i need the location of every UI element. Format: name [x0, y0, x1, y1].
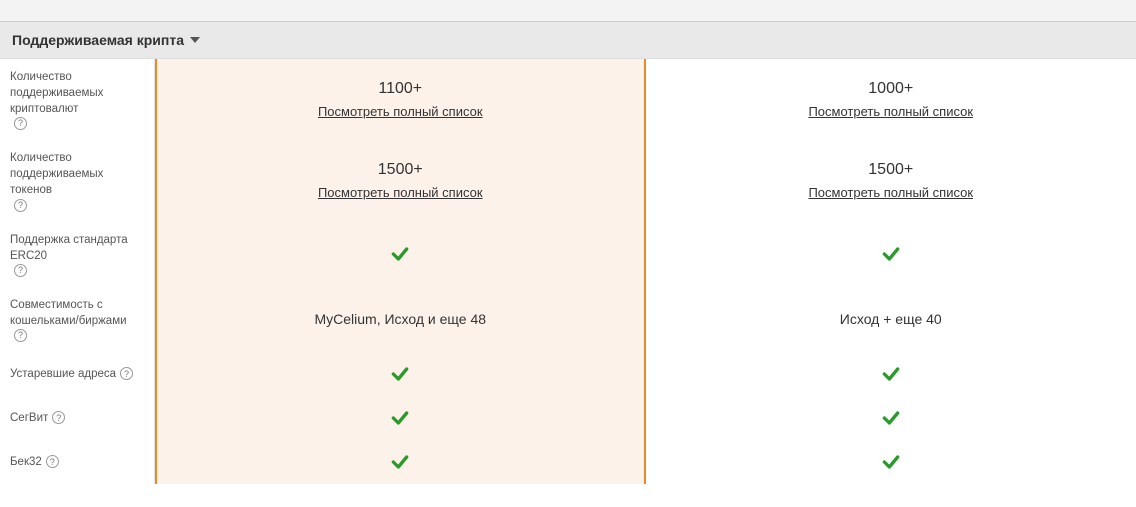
- comparison-table: Количество поддерживаемых криптовалют ? …: [0, 59, 1136, 484]
- top-spacer: [0, 0, 1136, 22]
- col1-cell: [155, 352, 646, 396]
- help-icon[interactable]: ?: [14, 117, 27, 130]
- row-label: Поддержка стандарта ERC20 ?: [0, 222, 155, 287]
- help-icon[interactable]: ?: [120, 367, 133, 380]
- row-label: Бек32 ?: [0, 440, 155, 484]
- col1-cell: MyCelium, Исход и еще 48: [155, 287, 646, 352]
- col1-cell: [155, 396, 646, 440]
- check-icon: [390, 408, 410, 428]
- help-icon[interactable]: ?: [46, 455, 59, 468]
- help-icon[interactable]: ?: [14, 199, 27, 212]
- row-label: СегВит ?: [0, 396, 155, 440]
- row-label: Совместимость с кошельками/биржами ?: [0, 287, 155, 352]
- value: 1500+: [378, 161, 423, 179]
- col1-cell: [155, 222, 646, 287]
- full-list-link[interactable]: Посмотреть полный список: [808, 185, 973, 200]
- check-icon: [881, 244, 901, 264]
- row-label: Количество поддерживаемых токенов ?: [0, 140, 155, 221]
- check-icon: [881, 364, 901, 384]
- col1-cell: 1100+ Посмотреть полный список: [155, 59, 646, 140]
- col2-cell: [646, 352, 1136, 396]
- col2-cell: [646, 396, 1136, 440]
- section-title: Поддерживаемая крипта: [12, 32, 184, 48]
- col2-cell: Исход + еще 40: [646, 287, 1136, 352]
- label-text: Бек32: [10, 454, 42, 470]
- col2-cell: [646, 440, 1136, 484]
- value: 1000+: [868, 80, 913, 98]
- label-text: СегВит: [10, 410, 48, 426]
- full-list-link[interactable]: Посмотреть полный список: [808, 104, 973, 119]
- value-text: Исход + еще 40: [840, 311, 942, 327]
- value-text: MyCelium, Исход и еще 48: [314, 311, 486, 327]
- col1-cell: [155, 440, 646, 484]
- col2-cell: 1000+ Посмотреть полный список: [646, 59, 1136, 140]
- row-label: Количество поддерживаемых криптовалют ?: [0, 59, 155, 140]
- label-text: Количество поддерживаемых токенов: [10, 150, 146, 198]
- row-label: Устаревшие адреса ?: [0, 352, 155, 396]
- label-text: Количество поддерживаемых криптовалют: [10, 69, 146, 117]
- col2-cell: [646, 222, 1136, 287]
- col2-cell: 1500+ Посмотреть полный список: [646, 140, 1136, 221]
- full-list-link[interactable]: Посмотреть полный список: [318, 185, 483, 200]
- col1-cell: 1500+ Посмотреть полный список: [155, 140, 646, 221]
- check-icon: [881, 408, 901, 428]
- check-icon: [390, 364, 410, 384]
- check-icon: [881, 452, 901, 472]
- label-text: Устаревшие адреса: [10, 366, 116, 382]
- check-icon: [390, 452, 410, 472]
- value: 1100+: [378, 80, 422, 98]
- check-icon: [390, 244, 410, 264]
- label-text: Поддержка стандарта ERC20: [10, 232, 146, 264]
- chevron-down-icon: [190, 37, 200, 43]
- full-list-link[interactable]: Посмотреть полный список: [318, 104, 483, 119]
- help-icon[interactable]: ?: [14, 264, 27, 277]
- help-icon[interactable]: ?: [52, 411, 65, 424]
- section-header[interactable]: Поддерживаемая крипта: [0, 22, 1136, 59]
- value: 1500+: [868, 161, 913, 179]
- help-icon[interactable]: ?: [14, 329, 27, 342]
- label-text: Совместимость с кошельками/биржами: [10, 297, 146, 329]
